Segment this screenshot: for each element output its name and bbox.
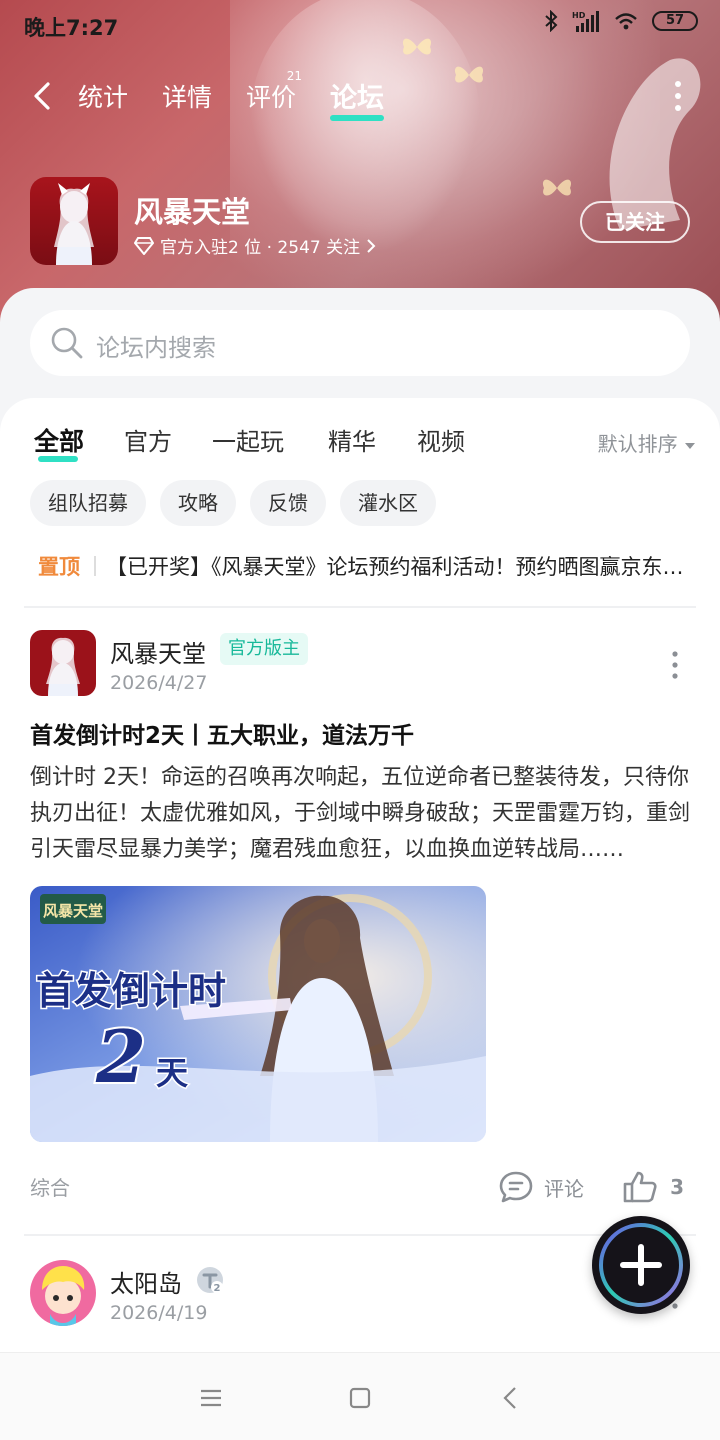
chip-chat[interactable]: 灌水区 [340,480,436,526]
home-icon[interactable] [345,1383,375,1413]
user-level-badge: 2 [196,1266,224,1294]
reviews-count-badge: 21 [286,69,303,83]
post-title[interactable]: 首发倒计时2天丨五大职业，道法万千 [30,716,414,750]
battery-icon: 57 [652,11,698,31]
tab-details[interactable]: 详情 [162,78,212,114]
chip-guides[interactable]: 攻略 [160,480,236,526]
hd-signal-icon: HD [572,11,599,32]
follow-button[interactable]: 已关注 [580,201,690,243]
tab-reviews-label: 评价 [246,83,297,112]
wifi-icon [615,13,637,30]
search-placeholder: 论坛内搜索 [96,334,216,362]
chip-team-recruit[interactable]: 组队招募 [30,480,146,526]
game-icon[interactable] [30,177,118,265]
post-date: 2026/4/19 [110,1302,208,1324]
topic-chips: 组队招募 攻略 反馈 灌水区 [30,480,436,526]
back-nav-icon[interactable] [496,1383,526,1413]
plus-icon [599,1223,683,1307]
image-headline: 首发倒计时 [36,968,226,1013]
game-meta-text: 官方入驻2 位 · 2547 关注 [160,238,361,258]
game-name: 风暴天堂 [134,195,251,229]
category-tab-play-together[interactable]: 一起玩 [212,422,284,457]
sort-label: 默认排序 [597,432,678,456]
post-footer: 综合 评论 3 [30,1170,690,1204]
sort-dropdown[interactable]: 默认排序 [598,428,696,457]
active-category-indicator [38,456,78,462]
tab-forum-label: 论坛 [330,83,384,114]
caret-down-icon [685,443,695,449]
status-time: 晚上7:27 [24,16,119,40]
game-header: 风暴天堂 官方入驻2 位 · 2547 关注 已关注 [30,177,690,267]
image-countdown-unit: 天 [156,1054,188,1092]
status-icons: HD 57 [544,10,698,32]
top-nav: 统计 详情 评价 21 论坛 [0,69,720,122]
post-author[interactable]: 风暴天堂 [110,634,206,669]
divider [24,606,696,608]
search-icon [51,327,83,359]
svg-text:HD: HD [572,11,586,20]
bluetooth-icon [545,10,558,32]
pinned-tag: 置顶 [38,555,80,579]
comment-label: 评论 [544,1176,584,1201]
avatar[interactable] [30,630,96,696]
forum-page: 晚上7:27 HD 57 统计 详情 评价 21 论坛 风暴天堂 官方入驻2 位… [0,0,720,1440]
category-tab-official[interactable]: 官方 [124,422,172,457]
image-countdown-number: 2 [95,1014,146,1099]
back-icon[interactable] [28,76,60,116]
official-moderator-badge: 官方版主 [220,633,308,665]
tab-forum[interactable]: 论坛 [330,76,384,121]
image-logo-text: 风暴天堂 [43,902,103,920]
avatar[interactable] [30,1260,96,1326]
comment-icon [499,1171,533,1203]
like-button[interactable]: 3 [622,1170,684,1204]
menu-icon[interactable] [196,1383,226,1413]
system-nav-bar [0,1352,720,1440]
category-tab-label: 全部 [34,427,85,456]
post-category[interactable]: 综合 [30,1172,70,1201]
user-level-number: 2 [214,1283,221,1294]
tab-stats[interactable]: 统计 [78,78,128,114]
category-tabs: 全部 官方 一起玩 精华 视频 默认排序 [0,416,720,466]
post-author[interactable]: 太阳岛 [110,1264,182,1299]
category-tab-featured[interactable]: 精华 [328,422,376,457]
more-options-icon[interactable] [668,78,688,114]
chevron-right-icon [367,238,376,253]
post-image[interactable]: 风暴天堂 首发倒计时 2 天 [30,886,486,1142]
post-more-icon[interactable] [670,650,680,680]
search-input[interactable]: 论坛内搜索 [30,310,690,376]
game-meta[interactable]: 官方入驻2 位 · 2547 关注 [134,233,376,258]
pinned-divider [94,556,96,576]
category-tab-all[interactable]: 全部 [34,422,85,462]
pinned-post[interactable]: 置顶 【已开奖】《风暴天堂》论坛预约福利活动！预约晒图赢京东卡！ [38,546,688,586]
thumbs-up-icon [623,1171,657,1203]
pinned-title: 【已开奖】《风暴天堂》论坛预约福利活动！预约晒图赢京东卡！ [106,555,688,579]
diamond-icon [134,236,154,255]
active-tab-indicator [330,115,384,121]
chip-feedback[interactable]: 反馈 [250,480,326,526]
post-excerpt[interactable]: 倒计时 2天！命运的召唤再次响起，五位逆命者已整装待发，只待你执刃出征！太虚优雅… [30,760,690,868]
like-count: 3 [670,1175,684,1199]
comment-button[interactable]: 评论 [498,1170,584,1204]
tab-reviews[interactable]: 评价 21 [246,69,302,114]
new-post-button[interactable] [592,1216,690,1314]
status-bar: 晚上7:27 HD 57 [0,0,720,52]
post-date: 2026/4/27 [110,672,208,694]
category-tab-video[interactable]: 视频 [417,422,465,457]
